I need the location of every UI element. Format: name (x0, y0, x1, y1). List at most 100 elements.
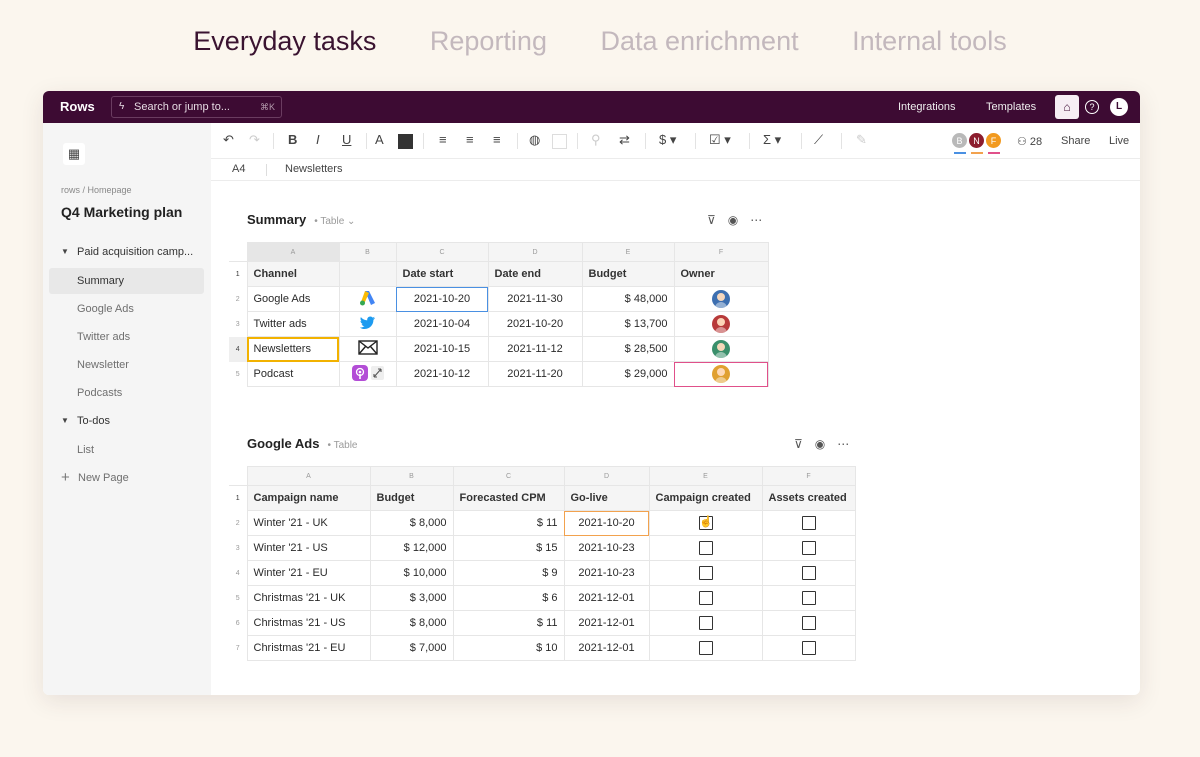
header-cell[interactable]: Assets created (761, 485, 856, 511)
channel-icon-cell[interactable] (338, 286, 397, 312)
link-icon[interactable]: ⚲ (591, 132, 601, 148)
assets-created-cell[interactable] (761, 535, 856, 561)
budget-cell[interactable]: $ 13,700 (581, 311, 675, 337)
campaign-created-checkbox[interactable] (698, 641, 713, 655)
campaign-created-checkbox[interactable] (698, 616, 713, 630)
palette-icon[interactable]: ◍ (529, 132, 540, 148)
header-cell[interactable]: Forecasted CPM (452, 485, 565, 511)
header-cell[interactable]: Channel (246, 261, 340, 287)
go-live-cell[interactable]: 2021-10-23 (563, 560, 650, 586)
row-number[interactable]: 1 (229, 485, 248, 511)
fill-color-swatch[interactable] (552, 134, 567, 149)
sidebar-item-twitter-ads[interactable]: Twitter ads (49, 324, 204, 350)
owner-cell[interactable] (673, 311, 769, 337)
campaign-created-cell[interactable] (648, 635, 763, 661)
row-number[interactable]: 7 (229, 635, 248, 661)
breadcrumb[interactable]: rows / Homepage (61, 185, 132, 195)
tab-data-enrichment[interactable]: Data enrichment (600, 26, 798, 57)
campaign-created-checkbox[interactable] (698, 541, 713, 555)
header-cell[interactable] (338, 261, 397, 287)
date-start-cell[interactable]: 2021-10-20 (395, 286, 489, 312)
assets-created-cell[interactable] (761, 510, 856, 536)
table-kind-dropdown[interactable]: • Table ⌄ (314, 216, 355, 227)
go-live-cell[interactable]: 2021-12-01 (563, 635, 650, 661)
assets-created-checkbox[interactable] (801, 591, 816, 605)
header-cell[interactable]: Campaign created (648, 485, 763, 511)
date-end-cell[interactable]: 2021-10-20 (487, 311, 583, 337)
budget-cell[interactable]: $ 48,000 (581, 286, 675, 312)
help-icon[interactable]: ? (1085, 100, 1099, 114)
checkbox-format-icon[interactable]: ☑ ▾ (709, 132, 731, 148)
collaborator-avatar[interactable]: N (968, 132, 985, 149)
date-end-cell[interactable]: 2021-11-20 (487, 361, 583, 387)
campaign-created-cell[interactable] (648, 560, 763, 586)
tab-reporting[interactable]: Reporting (430, 26, 547, 57)
more-icon[interactable]: ⋯ (750, 213, 762, 227)
campaign-name-cell[interactable]: Christmas '21 - EU (246, 635, 371, 661)
document-title[interactable]: Q4 Marketing plan (61, 204, 182, 220)
channel-cell[interactable]: Google Ads (246, 286, 340, 312)
rows-logo[interactable]: Rows (60, 99, 95, 114)
collaborator-avatar[interactable]: F (985, 132, 1002, 149)
row-number[interactable]: 4 (229, 336, 248, 362)
undo-icon[interactable]: ↶ (223, 132, 234, 148)
column-letter[interactable]: A (246, 466, 371, 486)
budget-cell[interactable]: $ 3,000 (369, 585, 454, 611)
date-start-cell[interactable]: 2021-10-12 (395, 361, 489, 387)
go-live-cell[interactable]: 2021-10-23 (563, 535, 650, 561)
assets-created-cell[interactable] (761, 585, 856, 611)
row-number[interactable]: 1 (229, 261, 248, 287)
cpm-cell[interactable]: $ 11 (452, 510, 565, 536)
sidebar-item-podcasts[interactable]: Podcasts (49, 380, 204, 406)
table-icon[interactable]: ▦ (63, 143, 85, 165)
date-end-cell[interactable]: 2021-11-30 (487, 286, 583, 312)
cpm-cell[interactable]: $ 9 (452, 560, 565, 586)
sidebar-item-newsletter[interactable]: Newsletter (49, 352, 204, 378)
summary-table-title[interactable]: Summary • Table ⌄ (247, 212, 355, 227)
campaign-created-checkbox[interactable] (698, 591, 713, 605)
owner-cell[interactable] (673, 361, 769, 387)
viewers-count[interactable]: ⚇ 28 (1017, 135, 1042, 148)
channel-cell[interactable]: Newsletters (246, 336, 340, 362)
column-letter[interactable]: F (673, 242, 769, 262)
header-cell[interactable]: Owner (673, 261, 769, 287)
campaign-name-cell[interactable]: Winter '21 - EU (246, 560, 371, 586)
user-avatar[interactable]: L (1110, 98, 1128, 116)
text-color-icon[interactable]: A (375, 132, 384, 147)
templates-link[interactable]: Templates (986, 101, 1036, 113)
tab-internal-tools[interactable]: Internal tools (852, 26, 1007, 57)
go-live-cell[interactable]: 2021-12-01 (563, 585, 650, 611)
sidebar-group-todos[interactable]: ▼ To-dos (49, 408, 204, 434)
assets-created-checkbox[interactable] (801, 641, 816, 655)
more-icon[interactable]: ⋯ (837, 437, 849, 451)
integrations-link[interactable]: Integrations (898, 101, 955, 113)
cpm-cell[interactable]: $ 15 (452, 535, 565, 561)
sum-icon[interactable]: Σ ▾ (763, 132, 781, 148)
align-right-icon[interactable]: ≡ (493, 132, 501, 147)
channel-icon-cell[interactable] (338, 311, 397, 337)
column-letter[interactable]: F (761, 466, 856, 486)
go-live-cell[interactable]: 2021-10-20 (563, 510, 650, 536)
filter-icon[interactable]: ⊽ (707, 213, 716, 227)
budget-cell[interactable]: $ 12,000 (369, 535, 454, 561)
assets-created-checkbox[interactable] (801, 616, 816, 630)
column-letter[interactable]: B (369, 466, 454, 486)
bold-icon[interactable]: B (288, 132, 297, 147)
header-cell[interactable]: Campaign name (246, 485, 371, 511)
channel-cell[interactable]: Podcast (246, 361, 340, 387)
header-cell[interactable]: Date start (395, 261, 489, 287)
budget-cell[interactable]: $ 7,000 (369, 635, 454, 661)
row-number[interactable]: 2 (229, 510, 248, 536)
row-number[interactable]: 3 (229, 535, 248, 561)
cpm-cell[interactable]: $ 6 (452, 585, 565, 611)
header-cell[interactable]: Budget (581, 261, 675, 287)
assets-created-cell[interactable] (761, 560, 856, 586)
budget-cell[interactable]: $ 29,000 (581, 361, 675, 387)
cell-reference[interactable]: A4 (232, 163, 245, 175)
merge-cells-icon[interactable]: ⇄ (619, 132, 630, 148)
tab-everyday-tasks[interactable]: Everyday tasks (193, 26, 376, 57)
budget-cell[interactable]: $ 10,000 (369, 560, 454, 586)
header-cell[interactable]: Date end (487, 261, 583, 287)
cpm-cell[interactable]: $ 11 (452, 610, 565, 636)
owner-cell[interactable] (673, 336, 769, 362)
